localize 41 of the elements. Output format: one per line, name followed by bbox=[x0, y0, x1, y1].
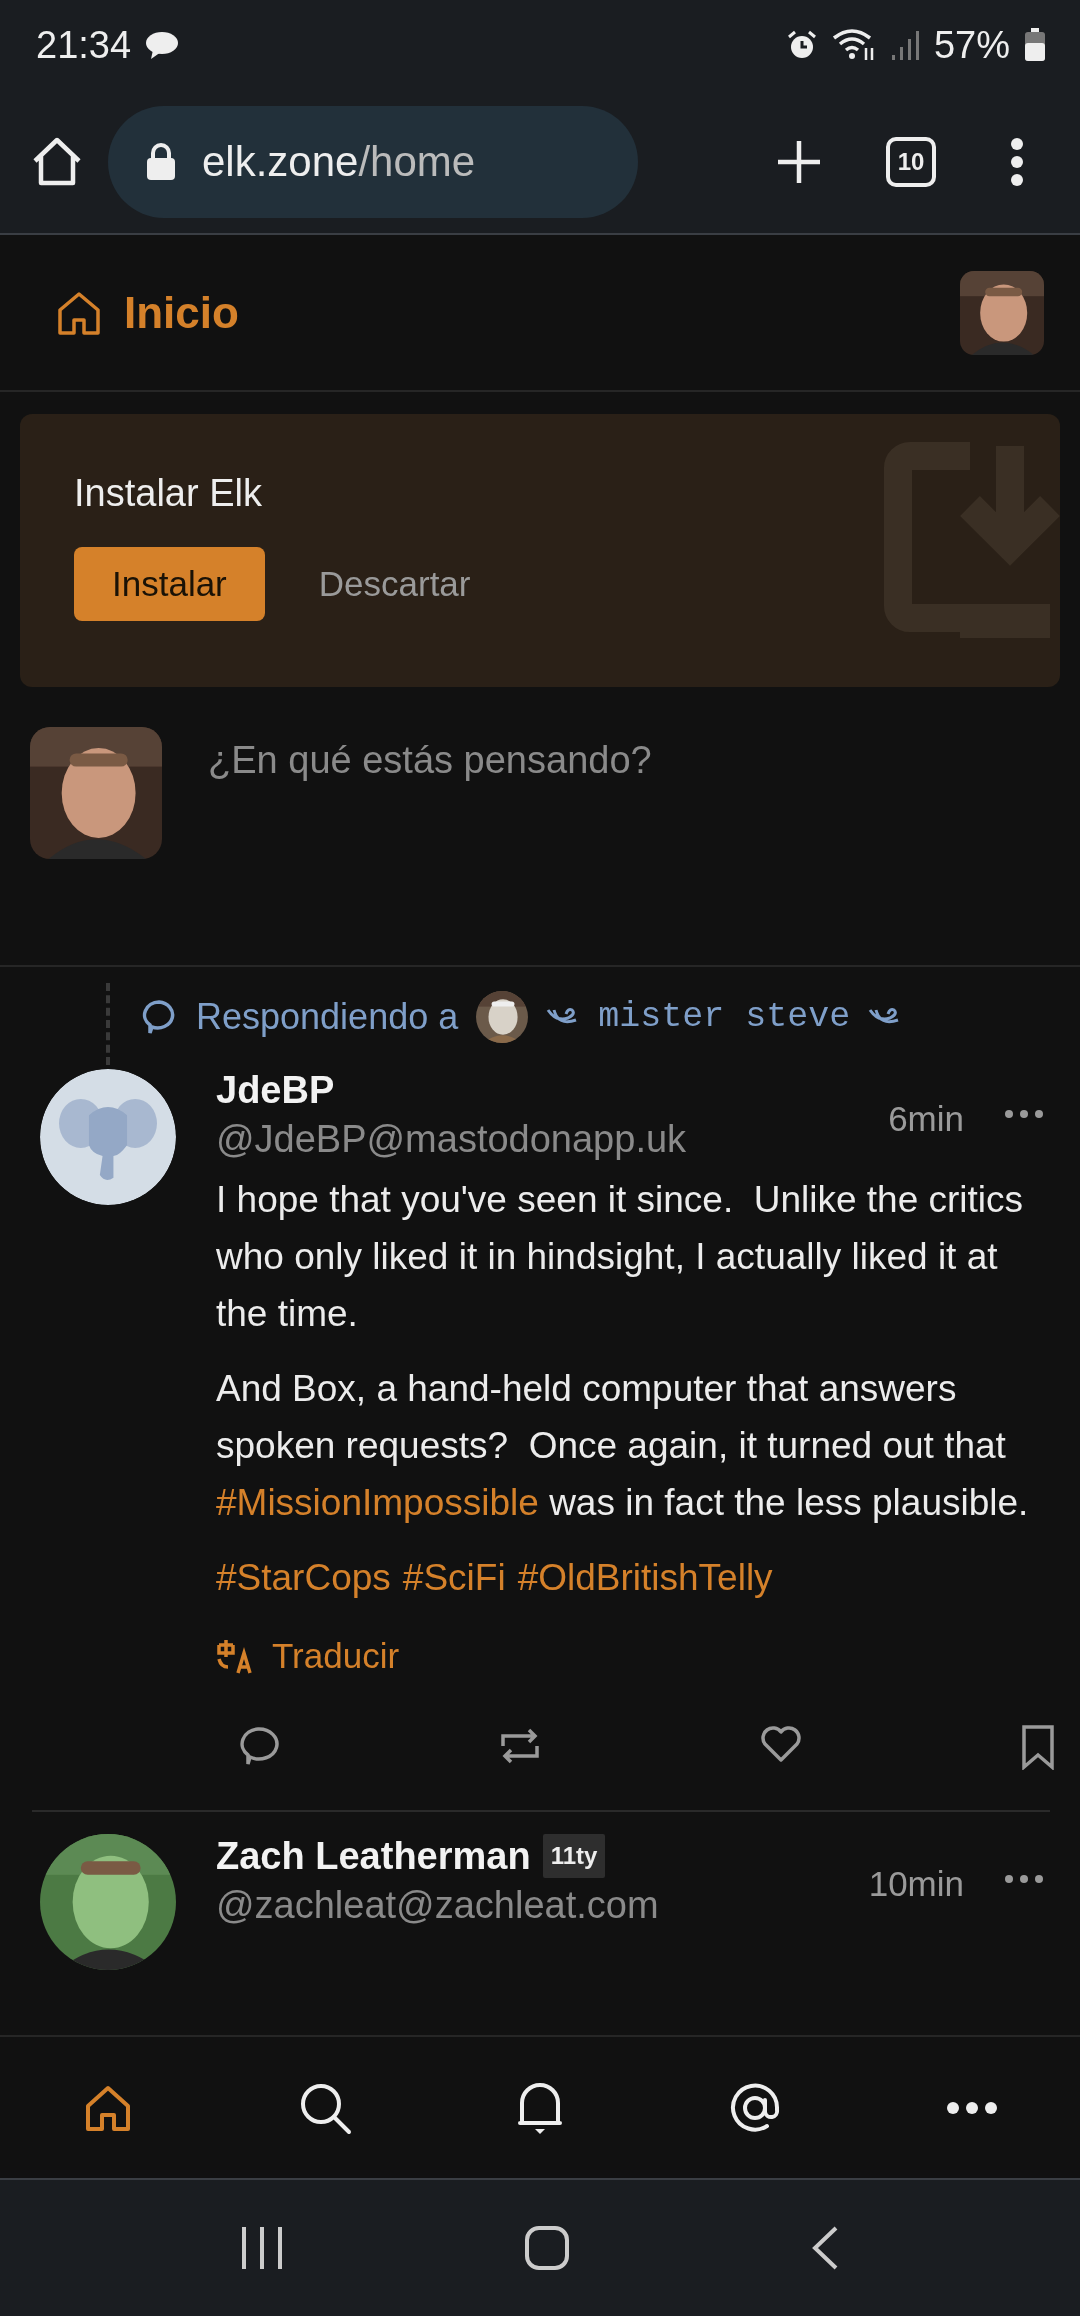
battery-percentage: 57% bbox=[933, 23, 1010, 67]
elephant-avatar-icon[interactable] bbox=[40, 1069, 176, 1205]
post-time[interactable]: 10min bbox=[868, 1864, 964, 1904]
lock-icon bbox=[146, 142, 176, 181]
author-handle[interactable]: @zachleat@zachleat.com bbox=[216, 1884, 869, 1927]
more-icon bbox=[946, 2100, 999, 2115]
hashtag-link[interactable]: #StarCops bbox=[216, 1549, 391, 1606]
hashtag-link[interactable]: #MissionImpossible bbox=[216, 1482, 539, 1523]
more-options-icon[interactable] bbox=[1004, 1109, 1044, 1119]
recent-apps-icon[interactable] bbox=[240, 2225, 284, 2271]
author-badge: 11ty bbox=[542, 1834, 606, 1878]
more-tab[interactable] bbox=[946, 2100, 999, 2115]
tab-count-button[interactable]: 10 bbox=[886, 136, 936, 187]
signal-icon bbox=[889, 29, 920, 61]
compose-field[interactable]: ¿En qué estás pensando? bbox=[208, 739, 652, 965]
address-bar[interactable]: elk.zone/home bbox=[108, 105, 638, 218]
status-time: 21:34 bbox=[36, 23, 132, 67]
hashtag-link[interactable]: #SciFi bbox=[402, 1549, 506, 1606]
translate-button[interactable]: Traducir bbox=[216, 1636, 400, 1676]
install-button[interactable]: Instalar bbox=[74, 547, 265, 621]
back-icon[interactable] bbox=[810, 2225, 840, 2271]
post-text: I hope that you've seen it since. Unlike the critics who only liked it in hindsight, I actually liked it at the time. bbox=[216, 1178, 1025, 1336]
post-time[interactable]: 6min bbox=[888, 1099, 964, 1139]
page-title: Inicio bbox=[124, 287, 239, 338]
author-name[interactable]: JdeBP bbox=[216, 1069, 335, 1112]
alarm-icon bbox=[785, 29, 818, 61]
dismiss-button[interactable]: Descartar bbox=[318, 547, 471, 621]
hashtag-link[interactable]: #OldBritishTelly bbox=[517, 1549, 773, 1606]
replying-to-label: Respondiendo a bbox=[196, 996, 459, 1038]
chat-bubble-icon bbox=[145, 30, 180, 60]
battery-icon bbox=[1024, 28, 1046, 62]
wifi-icon bbox=[831, 28, 876, 62]
home-icon bbox=[56, 289, 102, 336]
author-name[interactable]: Zach Leatherman bbox=[216, 1834, 531, 1878]
post-text: And Box, a hand-held computer that answers spoken requests? Once again, it turned out that #MissionImpossible was in fact the less plausible. bbox=[216, 1367, 1030, 1525]
translate-icon bbox=[216, 1637, 254, 1675]
author-handle[interactable]: @JdeBP@mastodonapp.uk bbox=[216, 1118, 889, 1161]
bookmark-button[interactable] bbox=[1019, 1724, 1056, 1770]
more-options-icon[interactable] bbox=[1004, 1874, 1044, 1884]
banner-title: Instalar Elk bbox=[74, 472, 263, 515]
reply-to-name[interactable]: mister steve bbox=[598, 997, 851, 1037]
